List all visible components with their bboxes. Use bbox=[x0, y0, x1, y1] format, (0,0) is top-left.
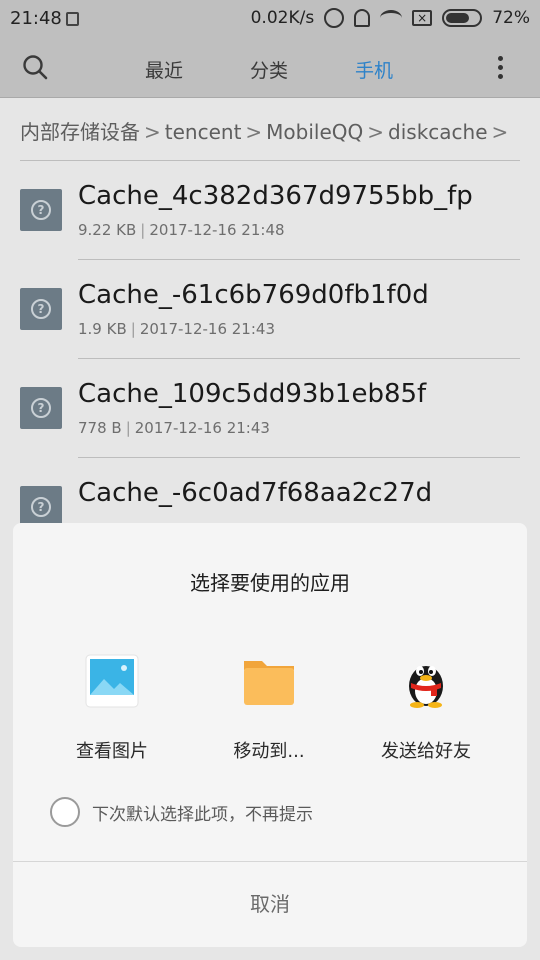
breadcrumb-separator: > bbox=[144, 120, 161, 144]
file-name: Cache_109c5dd93b1eb85f bbox=[78, 379, 427, 409]
file-row[interactable]: ? Cache_-61c6b769d0fb1f0d 1.9 KB | 2017-12… bbox=[0, 260, 540, 359]
tab-recent[interactable]: 最近 bbox=[145, 56, 183, 83]
sync-icon bbox=[324, 8, 345, 28]
image-viewer-icon bbox=[85, 654, 139, 708]
app-option-move-to[interactable]: 移动到... bbox=[184, 653, 354, 763]
file-meta: 9.22 KB | 2017-12-16 21:48 bbox=[78, 221, 285, 239]
file-list: ? Cache_4c382d367d9755bb_fp 9.22 KB | 2017… bbox=[0, 161, 540, 557]
status-bar: 21:48 0.02K/s × 72% bbox=[0, 0, 540, 38]
wifi-icon bbox=[380, 10, 403, 26]
breadcrumb-item-diskcache[interactable]: diskcache bbox=[388, 120, 487, 144]
file-row[interactable]: ? Cache_4c382d367d9755bb_fp 9.22 KB | 2017… bbox=[0, 161, 540, 260]
breadcrumb-separator: > bbox=[491, 120, 509, 144]
file-meta: 1.9 KB | 2017-12-16 21:43 bbox=[78, 320, 275, 338]
app-chooser-dialog: 选择要使用的应用 查看图片 移动到... 发送给好友 下次默认选择此项，不再提示… bbox=[13, 523, 527, 947]
file-size: 1.9 KB bbox=[78, 320, 127, 338]
file-name: Cache_4c382d367d9755bb_fp bbox=[78, 181, 473, 211]
remember-choice[interactable]: 下次默认选择此项，不再提示 bbox=[50, 797, 313, 827]
unknown-file-icon: ? bbox=[20, 486, 62, 528]
network-speed: 0.02K/s bbox=[250, 8, 315, 28]
tab-category[interactable]: 分类 bbox=[250, 56, 288, 83]
qq-penguin-icon bbox=[409, 666, 443, 708]
mute-bell-icon bbox=[354, 9, 371, 27]
notification-icon bbox=[66, 12, 79, 26]
file-date: 2017-12-16 21:43 bbox=[139, 320, 275, 338]
app-label: 查看图片 bbox=[76, 741, 148, 762]
more-vertical-icon[interactable] bbox=[498, 56, 504, 80]
breadcrumb-item-mobileqq[interactable]: MobileQQ bbox=[266, 120, 363, 144]
unknown-file-icon: ? bbox=[20, 189, 62, 231]
file-date: 2017-12-16 21:48 bbox=[149, 221, 285, 239]
toolbar: 最近 分类 手机 bbox=[0, 38, 540, 98]
file-row[interactable]: ? Cache_109c5dd93b1eb85f 778 B | 2017-12-1… bbox=[0, 359, 540, 458]
search-icon[interactable] bbox=[22, 54, 48, 80]
file-meta: 778 B | 2017-12-16 21:43 bbox=[78, 419, 270, 437]
remember-radio[interactable] bbox=[50, 797, 80, 827]
battery-icon bbox=[442, 9, 483, 27]
app-label: 发送给好友 bbox=[381, 741, 471, 762]
app-label: 移动到... bbox=[233, 741, 305, 762]
file-size: 9.22 KB bbox=[78, 221, 137, 239]
app-option-image-viewer[interactable]: 查看图片 bbox=[27, 653, 197, 763]
dialog-title: 选择要使用的应用 bbox=[190, 571, 350, 595]
breadcrumb: 内部存储设备 > tencent > MobileQQ > diskcache > bbox=[20, 116, 512, 145]
tab-phone[interactable]: 手机 bbox=[355, 56, 393, 83]
unknown-file-icon: ? bbox=[20, 288, 62, 330]
breadcrumb-separator: > bbox=[367, 120, 385, 144]
battery-percent: 72% bbox=[492, 8, 530, 28]
remember-label: 下次默认选择此项，不再提示 bbox=[92, 804, 313, 825]
file-name: Cache_-61c6b769d0fb1f0d bbox=[78, 280, 429, 310]
app-option-send-to-friend[interactable]: 发送给好友 bbox=[341, 653, 511, 763]
status-right: 0.02K/s × 72% bbox=[251, 8, 530, 28]
breadcrumb-separator: > bbox=[245, 120, 263, 144]
no-sim-icon: × bbox=[412, 10, 433, 26]
status-time: 21:48 bbox=[10, 8, 62, 29]
breadcrumb-item-storage[interactable]: 内部存储设备 bbox=[20, 120, 140, 144]
unknown-file-icon: ? bbox=[20, 387, 62, 429]
file-name: Cache_-6c0ad7f68aa2c27d bbox=[78, 478, 433, 508]
file-size: 778 B bbox=[78, 419, 122, 437]
cancel-button[interactable]: 取消 bbox=[13, 862, 527, 947]
breadcrumb-item-tencent[interactable]: tencent bbox=[165, 120, 242, 144]
file-date: 2017-12-16 21:43 bbox=[134, 419, 270, 437]
folder-icon bbox=[244, 661, 294, 705]
